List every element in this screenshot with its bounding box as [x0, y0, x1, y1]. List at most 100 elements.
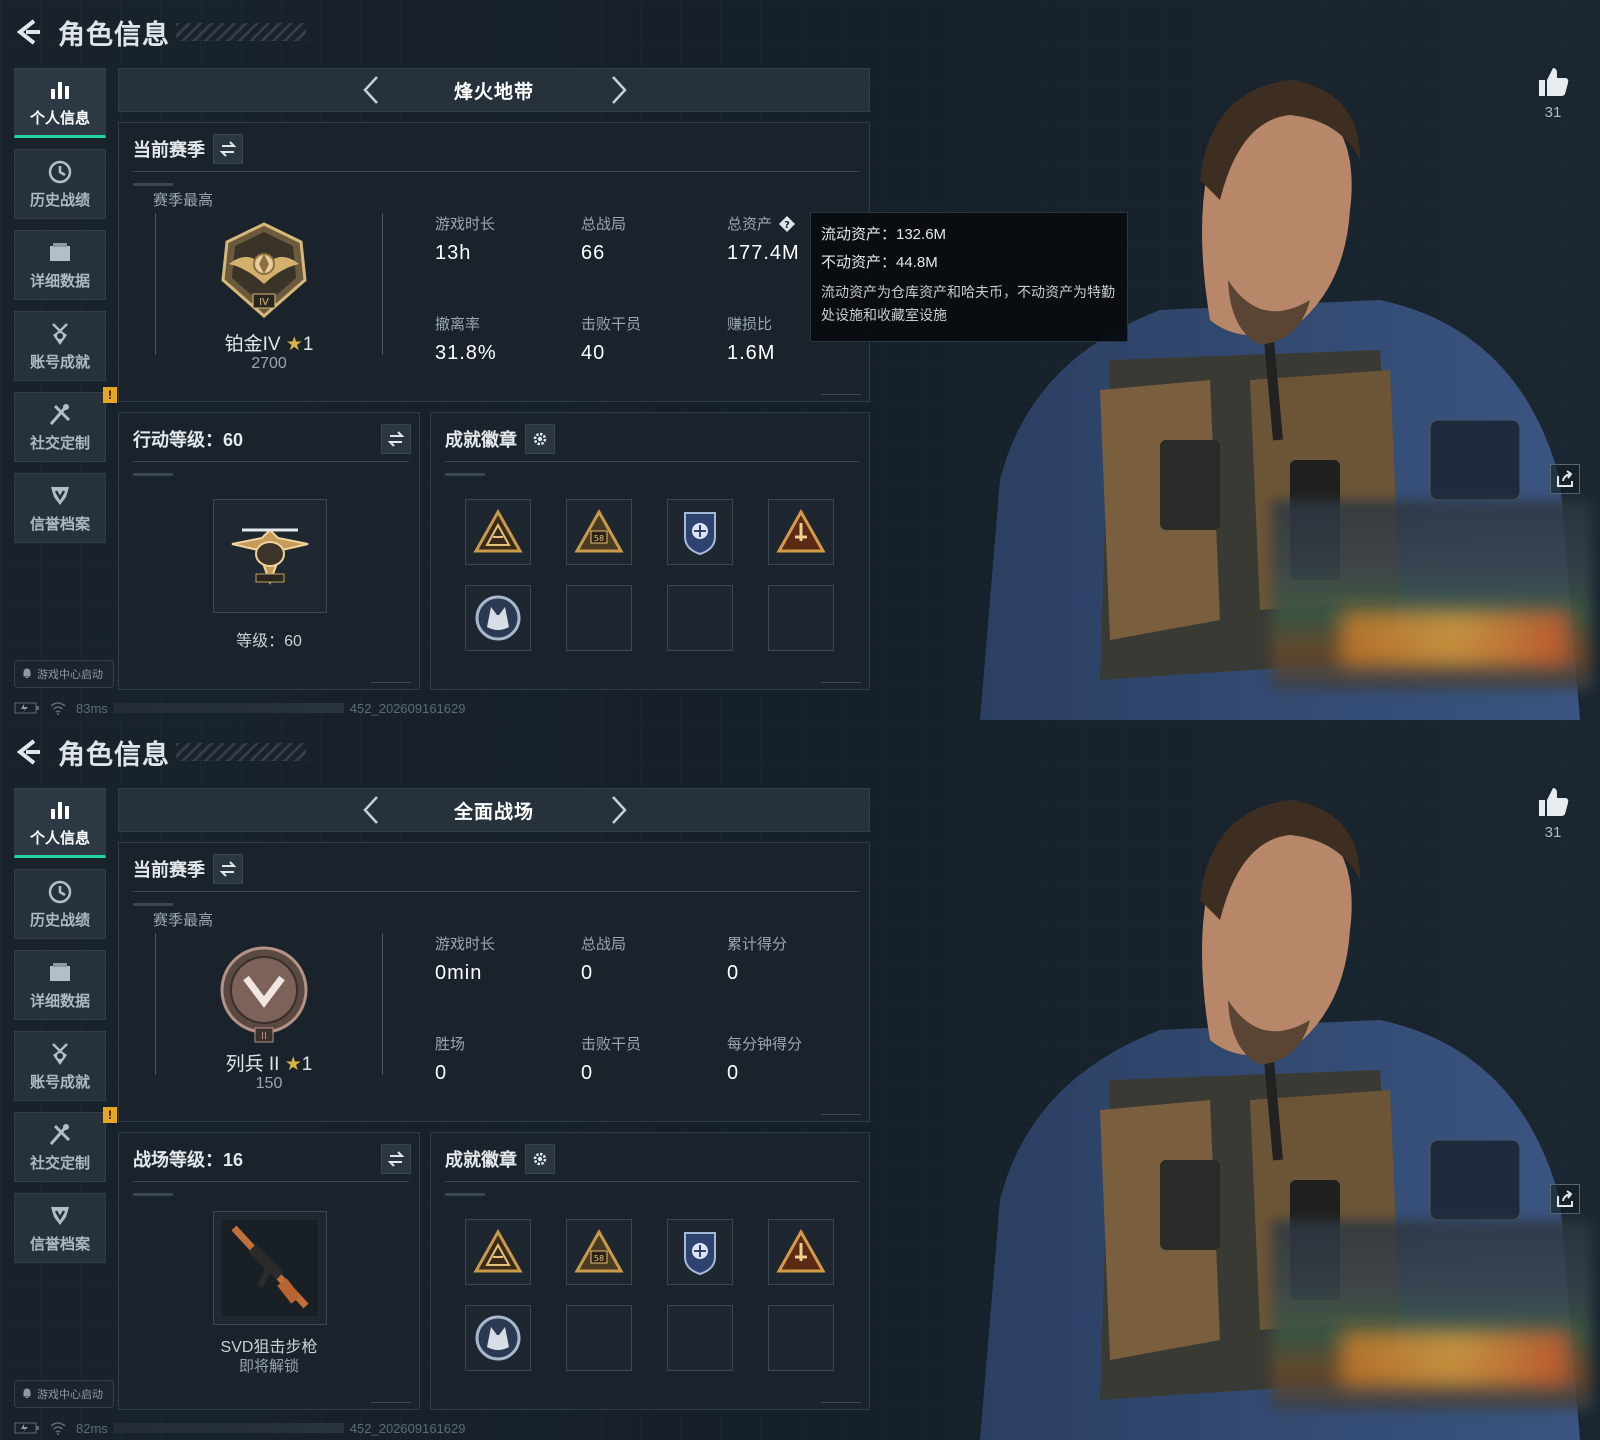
divider: [133, 171, 859, 172]
game-center-launch-button[interactable]: 游戏中心启动: [14, 1380, 114, 1408]
level-switch-button[interactable]: [381, 424, 411, 454]
page-title: 角色信息: [58, 739, 170, 770]
sidebar-item-0[interactable]: 个人信息: [14, 68, 106, 138]
chevron-right-icon[interactable]: [607, 795, 631, 825]
medal-icon: [52, 1042, 68, 1065]
badge-slot[interactable]: [667, 1219, 733, 1285]
swap-icon: [219, 861, 237, 877]
help-icon[interactable]: ?: [778, 215, 796, 233]
badge-slot[interactable]: [768, 499, 834, 565]
stat-label: 总战局: [581, 213, 731, 234]
sidebar-item-3[interactable]: 账号成就: [14, 1031, 106, 1101]
stat-label-text: 胜场: [435, 1036, 466, 1053]
rank-name-row: 铂金IV ★1: [119, 329, 419, 356]
platinum-rank-emblem: IV: [221, 222, 307, 318]
delta-badge-2-icon: 58: [574, 508, 624, 553]
stat-4: 击败干员 40: [581, 313, 731, 365]
gear-icon: [533, 1152, 547, 1166]
stat-label: 游戏时长: [435, 213, 585, 234]
season-panel-title: 当前赛季: [133, 140, 205, 160]
season-switch-button[interactable]: [213, 854, 243, 884]
rank-name: 铂金IV: [224, 334, 281, 355]
delta-badge-1-icon: [473, 508, 523, 553]
stat-label: 击败干员: [581, 1033, 731, 1054]
empty-badge-slot[interactable]: [768, 1305, 834, 1371]
stat-label-text: 游戏时长: [435, 936, 496, 953]
badge-grid: 58: [465, 499, 834, 651]
sidebar-item-0[interactable]: 个人信息: [14, 788, 106, 858]
share-button[interactable]: [1550, 1184, 1580, 1214]
bell-icon: [23, 668, 31, 678]
share-button[interactable]: [1550, 464, 1580, 494]
badges-header: 成就徽章: [445, 1141, 555, 1177]
stat-value: 31.8%: [435, 342, 497, 364]
chevron-left-icon[interactable]: [359, 75, 383, 105]
back-arrow-icon[interactable]: [14, 737, 44, 767]
stat-label: 累计得分: [727, 933, 877, 954]
sidebar-item-5[interactable]: 信誉档案: [14, 473, 106, 543]
badge-slot[interactable]: [768, 1219, 834, 1285]
like-count: 31: [1544, 824, 1562, 841]
police-badge-icon: [684, 512, 716, 556]
game-center-launch-button[interactable]: 游戏中心启动: [14, 660, 114, 688]
season-switch-button[interactable]: [213, 134, 243, 164]
swap-icon: [219, 141, 237, 157]
sidebar-item-2[interactable]: 详细数据: [14, 230, 106, 300]
level-switch-button[interactable]: [381, 1144, 411, 1174]
swap-icon: [387, 1151, 405, 1167]
sidebar-item-5[interactable]: 信誉档案: [14, 1193, 106, 1263]
empty-badge-slot[interactable]: [667, 585, 733, 651]
season-best-label: 赛季最高: [153, 192, 214, 209]
tools-icon: [49, 403, 71, 425]
badge-slot[interactable]: [465, 1305, 531, 1371]
sidebar-item-4[interactable]: 社交定制!: [14, 1107, 117, 1182]
sidebar-item-1[interactable]: 历史战绩: [14, 869, 106, 939]
status-strip: [113, 703, 344, 713]
badge-slot[interactable]: [465, 585, 531, 651]
rank-stars: 1: [301, 1054, 313, 1075]
sidebar-item-2[interactable]: 详细数据: [14, 950, 106, 1020]
stat-label-text: 累计得分: [727, 936, 788, 953]
sidebar-item-1[interactable]: 历史战绩: [14, 149, 106, 219]
badge-slot[interactable]: 58: [566, 1219, 632, 1285]
blurred-overlay-highlight: [1340, 1330, 1570, 1386]
empty-badge-slot[interactable]: [566, 585, 632, 651]
stat-value: 0min: [435, 962, 483, 984]
season-panel: 当前赛季 赛季最高 II 列兵 II ★1 150 游戏时长 0min 总战局 0 累计…: [118, 842, 870, 1122]
stat-value: 40: [581, 342, 606, 364]
chevron-left-icon[interactable]: [359, 795, 383, 825]
season-panel-title: 当前赛季: [133, 860, 205, 880]
badges-settings-button[interactable]: [525, 1144, 555, 1174]
medal-icon: [52, 322, 68, 345]
back-arrow-icon[interactable]: [14, 17, 44, 47]
sidebar-item-3[interactable]: 账号成就: [14, 311, 106, 381]
stat-value: 0: [581, 962, 594, 984]
sidebar-item-label: 详细数据: [29, 992, 90, 1010]
chevron-right-icon[interactable]: [607, 75, 631, 105]
badges-settings-button[interactable]: [525, 424, 555, 454]
wolf-badge-icon: [475, 1315, 521, 1361]
badge-slot[interactable]: 58: [566, 499, 632, 565]
corner-decoration: [371, 1395, 411, 1403]
season-best-label: 赛季最高: [153, 912, 214, 929]
sidebar-item-4[interactable]: 社交定制!: [14, 387, 117, 462]
thumbs-up-icon[interactable]: [1535, 784, 1571, 820]
stat-label: 胜场: [435, 1033, 585, 1054]
badge-slot[interactable]: [667, 499, 733, 565]
badge-slot[interactable]: [465, 499, 531, 565]
stat-label-text: 游戏时长: [435, 216, 496, 233]
stat-label-text: 每分钟得分: [727, 1036, 803, 1053]
empty-badge-slot[interactable]: [566, 1305, 632, 1371]
thumbs-up-icon[interactable]: [1535, 64, 1571, 100]
empty-badge-slot[interactable]: [768, 585, 834, 651]
bell-icon: [23, 1388, 31, 1398]
divider: [445, 461, 859, 462]
empty-badge-slot[interactable]: [667, 1305, 733, 1371]
tools-icon: [49, 1123, 71, 1145]
ping-readout: 82ms: [76, 1420, 108, 1436]
stat-label: 总战局: [581, 933, 731, 954]
delta-badge-3-icon: [776, 1228, 826, 1273]
svg-text:II: II: [261, 1031, 267, 1042]
header-decoration: [176, 23, 306, 41]
badge-slot[interactable]: [465, 1219, 531, 1285]
